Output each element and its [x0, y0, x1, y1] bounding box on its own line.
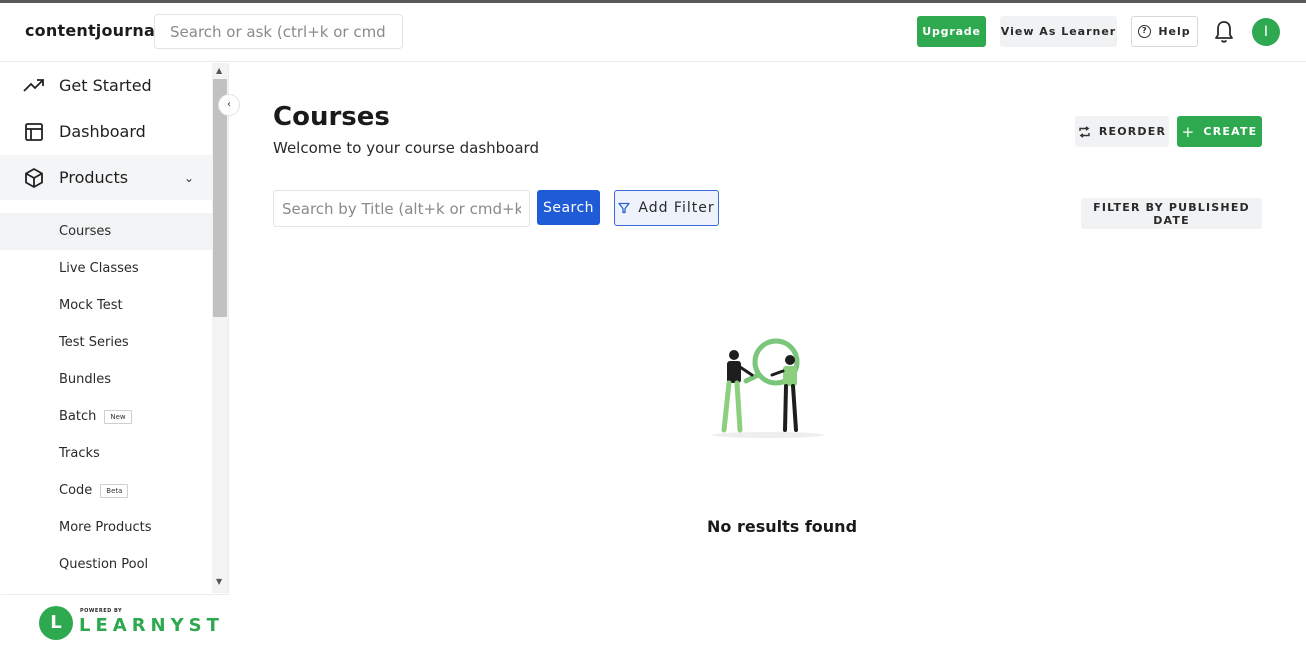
sidebar-item-get-started[interactable]: Get Started: [0, 63, 212, 108]
sidebar-subitem-live-classes[interactable]: Live Classes: [0, 250, 212, 287]
learnyst-logo-icon: L: [39, 606, 73, 640]
bell-icon[interactable]: [1212, 19, 1236, 45]
powered-by-label: POWERED BY: [80, 608, 123, 614]
sidebar-item-dashboard[interactable]: Dashboard: [0, 109, 212, 154]
sidebar-item-label: Dashboard: [59, 122, 146, 141]
add-filter-button[interactable]: Add Filter: [614, 190, 719, 226]
upgrade-button[interactable]: Upgrade: [917, 16, 986, 47]
powered-by-footer: L POWERED BY LEARNYST: [1, 594, 229, 649]
subitem-label: Test Series: [59, 335, 129, 350]
page-title: Courses: [273, 102, 390, 132]
sidebar-item-label: Products: [59, 168, 129, 187]
sidebar: Get Started Dashboard Products ⌄ Courses…: [0, 63, 229, 649]
reorder-button[interactable]: REORDER: [1075, 116, 1169, 147]
sidebar-subitem-tracks[interactable]: Tracks: [0, 435, 212, 472]
sidebar-item-products[interactable]: Products ⌄: [0, 155, 212, 200]
scroll-down-icon[interactable]: ▼: [216, 577, 222, 586]
sidebar-subitem-question-pool[interactable]: Question Pool: [0, 546, 212, 583]
new-badge: New: [104, 409, 132, 424]
no-results-message: No results found: [707, 517, 858, 536]
products-submenu: Courses Live Classes Mock Test Test Seri…: [0, 213, 212, 593]
avatar[interactable]: I: [1252, 18, 1280, 46]
help-label: Help: [1158, 25, 1191, 38]
search-button[interactable]: Search: [537, 190, 600, 225]
add-filter-label: Add Filter: [638, 200, 715, 216]
create-button[interactable]: + CREATE: [1177, 116, 1262, 147]
subitem-label: Live Classes: [59, 261, 139, 276]
sidebar-subitem-code[interactable]: Code Beta: [0, 472, 212, 509]
subitem-label: Mock Test: [59, 298, 123, 313]
create-label: CREATE: [1203, 125, 1258, 138]
learnyst-wordmark: LEARNYST: [79, 615, 224, 636]
empty-state-illustration: [712, 338, 824, 438]
subitem-label: Bundles: [59, 372, 112, 387]
layout-icon: [25, 122, 43, 141]
title-search-input[interactable]: [273, 190, 530, 227]
sidebar-item-label: Get Started: [59, 76, 152, 95]
sidebar-subitem-batch[interactable]: Batch New: [0, 398, 212, 435]
sidebar-subitem-mock-test[interactable]: Mock Test: [0, 287, 212, 324]
subitem-label: Question Pool: [59, 557, 149, 572]
subitem-label: Courses: [59, 224, 112, 239]
plus-icon: +: [1181, 122, 1196, 141]
brand-logo[interactable]: contentjournal: [25, 21, 161, 40]
help-icon: ?: [1138, 25, 1152, 38]
filter-by-published-date-button[interactable]: FILTER BY PUBLISHED DATE: [1081, 198, 1262, 229]
box-icon: [25, 167, 43, 188]
trend-line-icon: [23, 78, 44, 92]
filter-icon: [618, 202, 631, 214]
page-subtitle: Welcome to your course dashboard: [273, 139, 539, 157]
main-content: Courses Welcome to your course dashboard…: [229, 63, 1306, 649]
beta-badge: Beta: [100, 483, 129, 498]
subitem-label: Tracks: [59, 446, 100, 461]
chevron-down-icon: ⌄: [184, 170, 195, 185]
help-button[interactable]: ? Help: [1131, 16, 1198, 47]
reorder-label: REORDER: [1098, 125, 1167, 138]
sidebar-subitem-courses[interactable]: Courses: [0, 213, 212, 250]
reorder-icon: [1079, 125, 1090, 138]
sidebar-subitem-test-series[interactable]: Test Series: [0, 324, 212, 361]
subitem-label: More Products: [59, 520, 152, 535]
top-bar: contentjournal Upgrade View As Learner ?…: [0, 3, 1306, 62]
sidebar-subitem-bundles[interactable]: Bundles: [0, 361, 212, 398]
view-as-learner-button[interactable]: View As Learner: [1000, 16, 1117, 47]
sidebar-scrollbar[interactable]: ▲ ▼: [212, 63, 228, 593]
subitem-label: Code: [59, 483, 93, 498]
subitem-label: Batch: [59, 409, 97, 424]
global-search-input[interactable]: [154, 14, 403, 49]
sidebar-subitem-more-products[interactable]: More Products: [0, 509, 212, 546]
scroll-up-icon[interactable]: ▲: [216, 66, 222, 75]
